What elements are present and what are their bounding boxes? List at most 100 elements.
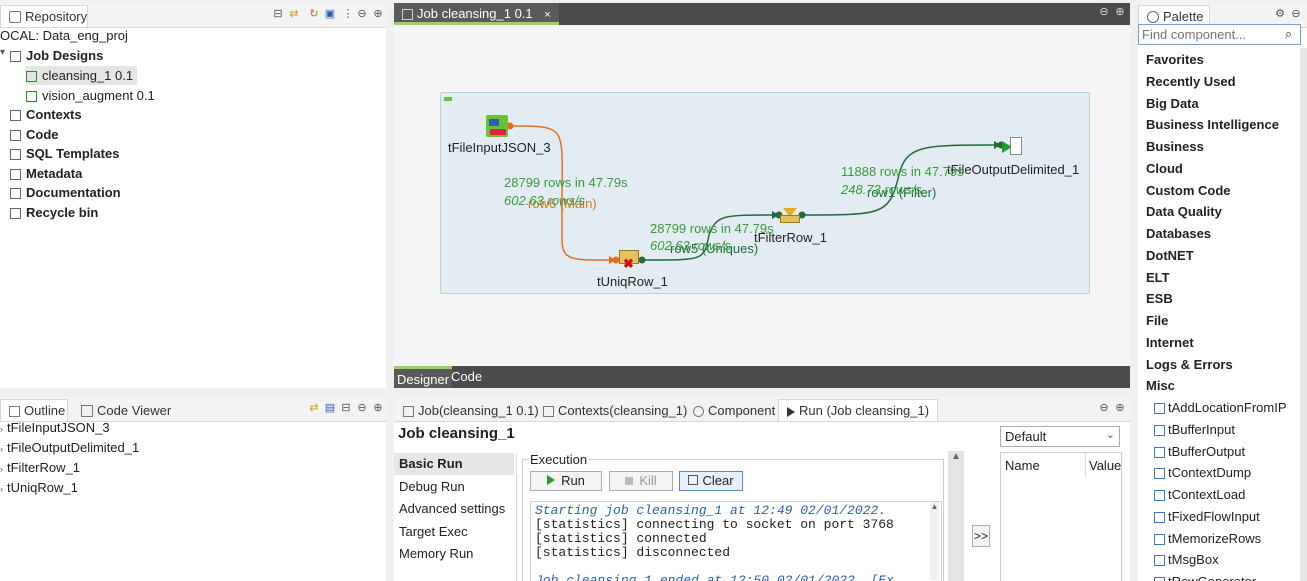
run-minimize-icon[interactable]: ⊖	[1098, 402, 1110, 414]
chevron-down-icon[interactable]: ⌄	[1106, 428, 1115, 441]
console-scrollbar[interactable]: ▲	[930, 502, 939, 580]
expand-arrow-icon[interactable]: ›	[0, 484, 3, 494]
expand-arrow-icon[interactable]: ›	[0, 444, 3, 454]
run-side-item[interactable]: Target Exec	[394, 521, 514, 543]
outline-minimize-icon[interactable]: ⊖	[356, 402, 368, 414]
clear-button[interactable]: Clear	[679, 471, 743, 491]
scroll-up-icon[interactable]: ▲	[948, 451, 964, 462]
palette-category[interactable]: DotNET	[1146, 245, 1194, 266]
palette-category[interactable]: ELT	[1146, 267, 1170, 288]
json-badge	[490, 129, 506, 135]
palette-component[interactable]: tMsgBox	[1154, 549, 1219, 570]
tree-item[interactable]: vision_augment 0.1	[26, 86, 155, 105]
minimize-icon[interactable]: ⊖	[356, 8, 368, 20]
palette-category[interactable]: Misc	[1146, 375, 1175, 396]
palette-category[interactable]: Big Data	[1146, 93, 1199, 114]
tree-item[interactable]: cleansing_1 0.1	[26, 66, 138, 85]
palette-component-label: tBufferInput	[1168, 421, 1235, 437]
tree-item[interactable]: Metadata	[10, 164, 82, 183]
palette-category[interactable]: Internet	[1146, 332, 1194, 353]
expand-arrow-icon[interactable]: ›	[0, 424, 3, 434]
palette-category[interactable]: Business Intelligence	[1146, 114, 1279, 135]
palette-component[interactable]: tContextDump	[1154, 462, 1251, 483]
outline-item[interactable]: › tFileInputJSON_3	[0, 418, 110, 437]
console-output[interactable]: Starting job cleansing_1 at 12:49 02/01/…	[530, 501, 942, 581]
link-icon[interactable]: ⇄	[288, 8, 300, 20]
palette-search-input[interactable]	[1142, 26, 1280, 43]
palette-component[interactable]: tFixedFlowInput	[1154, 506, 1260, 527]
node-tfilterrow[interactable]	[780, 208, 800, 224]
designer-canvas[interactable]: tFileInputJSON_3 ✖ tUniqRow_1 tFilterRow…	[394, 25, 1130, 366]
palette-component[interactable]: tBufferOutput	[1154, 441, 1245, 462]
close-tab-icon[interactable]: ×	[544, 9, 550, 21]
palette-minimize-icon[interactable]: ⊖	[1290, 8, 1302, 20]
palette-component[interactable]: tMemorizeRows	[1154, 528, 1261, 549]
run-side-item[interactable]: Debug Run	[394, 476, 514, 498]
palette-component[interactable]: tBufferInput	[1154, 419, 1235, 440]
tab-code[interactable]: Code	[451, 366, 482, 388]
outline-collapse-icon[interactable]: ⊟	[340, 402, 352, 414]
outline-item[interactable]: › tUniqRow_1	[0, 478, 78, 497]
palette-category[interactable]: ESB	[1146, 288, 1173, 309]
editor-maximize-icon[interactable]: ⊕	[1114, 6, 1126, 18]
tree-item[interactable]: Documentation	[10, 183, 121, 202]
collapse-icon[interactable]: ⊟	[272, 8, 284, 20]
view-menu-icon[interactable]: ⋮	[342, 8, 354, 20]
palette-category[interactable]: Favorites	[1146, 49, 1204, 70]
run-button[interactable]: Run	[530, 471, 602, 491]
tab-job[interactable]: Job(cleansing_1 0.1)	[394, 399, 548, 421]
palette-scrollbar[interactable]	[1300, 48, 1307, 581]
tree-item[interactable]: Job Designs	[10, 46, 103, 65]
palette-component[interactable]: tContextLoad	[1154, 484, 1245, 505]
expand-arrow-icon[interactable]: ▾	[0, 47, 5, 58]
tree-item[interactable]: SQL Templates	[10, 144, 119, 163]
palette-category[interactable]: File	[1146, 310, 1168, 331]
expand-arrow-icon[interactable]: ›	[0, 464, 3, 474]
editor-tab[interactable]: Job cleansing_1 0.1 ×	[394, 3, 559, 25]
palette-category[interactable]: Cloud	[1146, 158, 1183, 179]
tree-item[interactable]: Code	[10, 125, 59, 144]
refresh-icon[interactable]: ↻	[308, 8, 320, 20]
palette-category[interactable]: Logs & Errors	[1146, 354, 1233, 375]
run-panel-scrollbar[interactable]: ▲	[948, 451, 964, 581]
outline-item[interactable]: › tFileOutputDelimited_1	[0, 438, 139, 457]
palette-category[interactable]: Custom Code	[1146, 180, 1231, 201]
outline-tree-icon[interactable]: ▤	[324, 402, 336, 414]
palette-category[interactable]: Databases	[1146, 223, 1211, 244]
run-side-item[interactable]: Advanced settings	[394, 498, 514, 520]
palette-settings-icon[interactable]: ⚙	[1274, 8, 1286, 20]
tab-contexts[interactable]: Contexts(cleansing_1)	[534, 399, 696, 421]
context-select[interactable]: Default ⌄	[1000, 426, 1120, 447]
console-scroll-up-icon[interactable]: ▲	[930, 502, 939, 511]
tab-run[interactable]: Run (Job cleansing_1)	[778, 399, 939, 421]
kill-button[interactable]: Kill	[609, 471, 673, 491]
palette-category[interactable]: Data Quality	[1146, 201, 1222, 222]
tree-item[interactable]: Recycle bin	[10, 203, 98, 222]
outline-maximize-icon[interactable]: ⊕	[372, 402, 384, 414]
node-tuniqrow[interactable]: ✖	[619, 250, 639, 270]
repository-tab[interactable]: Repository	[0, 5, 88, 27]
node-tfileinputjson[interactable]	[486, 115, 508, 137]
expand-button[interactable]: >>	[972, 525, 990, 547]
tree-item-icon	[10, 188, 21, 199]
context-select-value: Default	[1005, 429, 1047, 444]
editor-bottom-bar: Designer Code	[394, 366, 1130, 388]
run-side-item[interactable]: Memory Run	[394, 543, 514, 565]
filter-icon[interactable]: ▣	[324, 8, 336, 20]
palette-category[interactable]: Business	[1146, 136, 1204, 157]
tab-designer[interactable]: Designer	[394, 366, 453, 388]
palette-component[interactable]: tRowGenerator	[1154, 571, 1256, 581]
node-tfileoutputdelimited[interactable]	[1002, 137, 1022, 157]
maximize-icon[interactable]: ⊕	[372, 8, 384, 20]
editor-minimize-icon[interactable]: ⊖	[1098, 6, 1110, 18]
outline-link-icon[interactable]: ⇄	[308, 402, 320, 414]
outline-item[interactable]: › tFilterRow_1	[0, 458, 80, 477]
palette-category[interactable]: Recently Used	[1146, 71, 1236, 92]
run-side-item[interactable]: Basic Run	[394, 453, 514, 475]
run-maximize-icon[interactable]: ⊕	[1114, 402, 1126, 414]
palette-component[interactable]: tAddLocationFromIP	[1154, 397, 1287, 418]
palette-search-box[interactable]: ⌕	[1138, 24, 1301, 45]
search-icon[interactable]: ⌕	[1285, 26, 1292, 42]
tab-component[interactable]: Component	[684, 399, 784, 421]
tree-item[interactable]: Contexts	[10, 105, 82, 124]
